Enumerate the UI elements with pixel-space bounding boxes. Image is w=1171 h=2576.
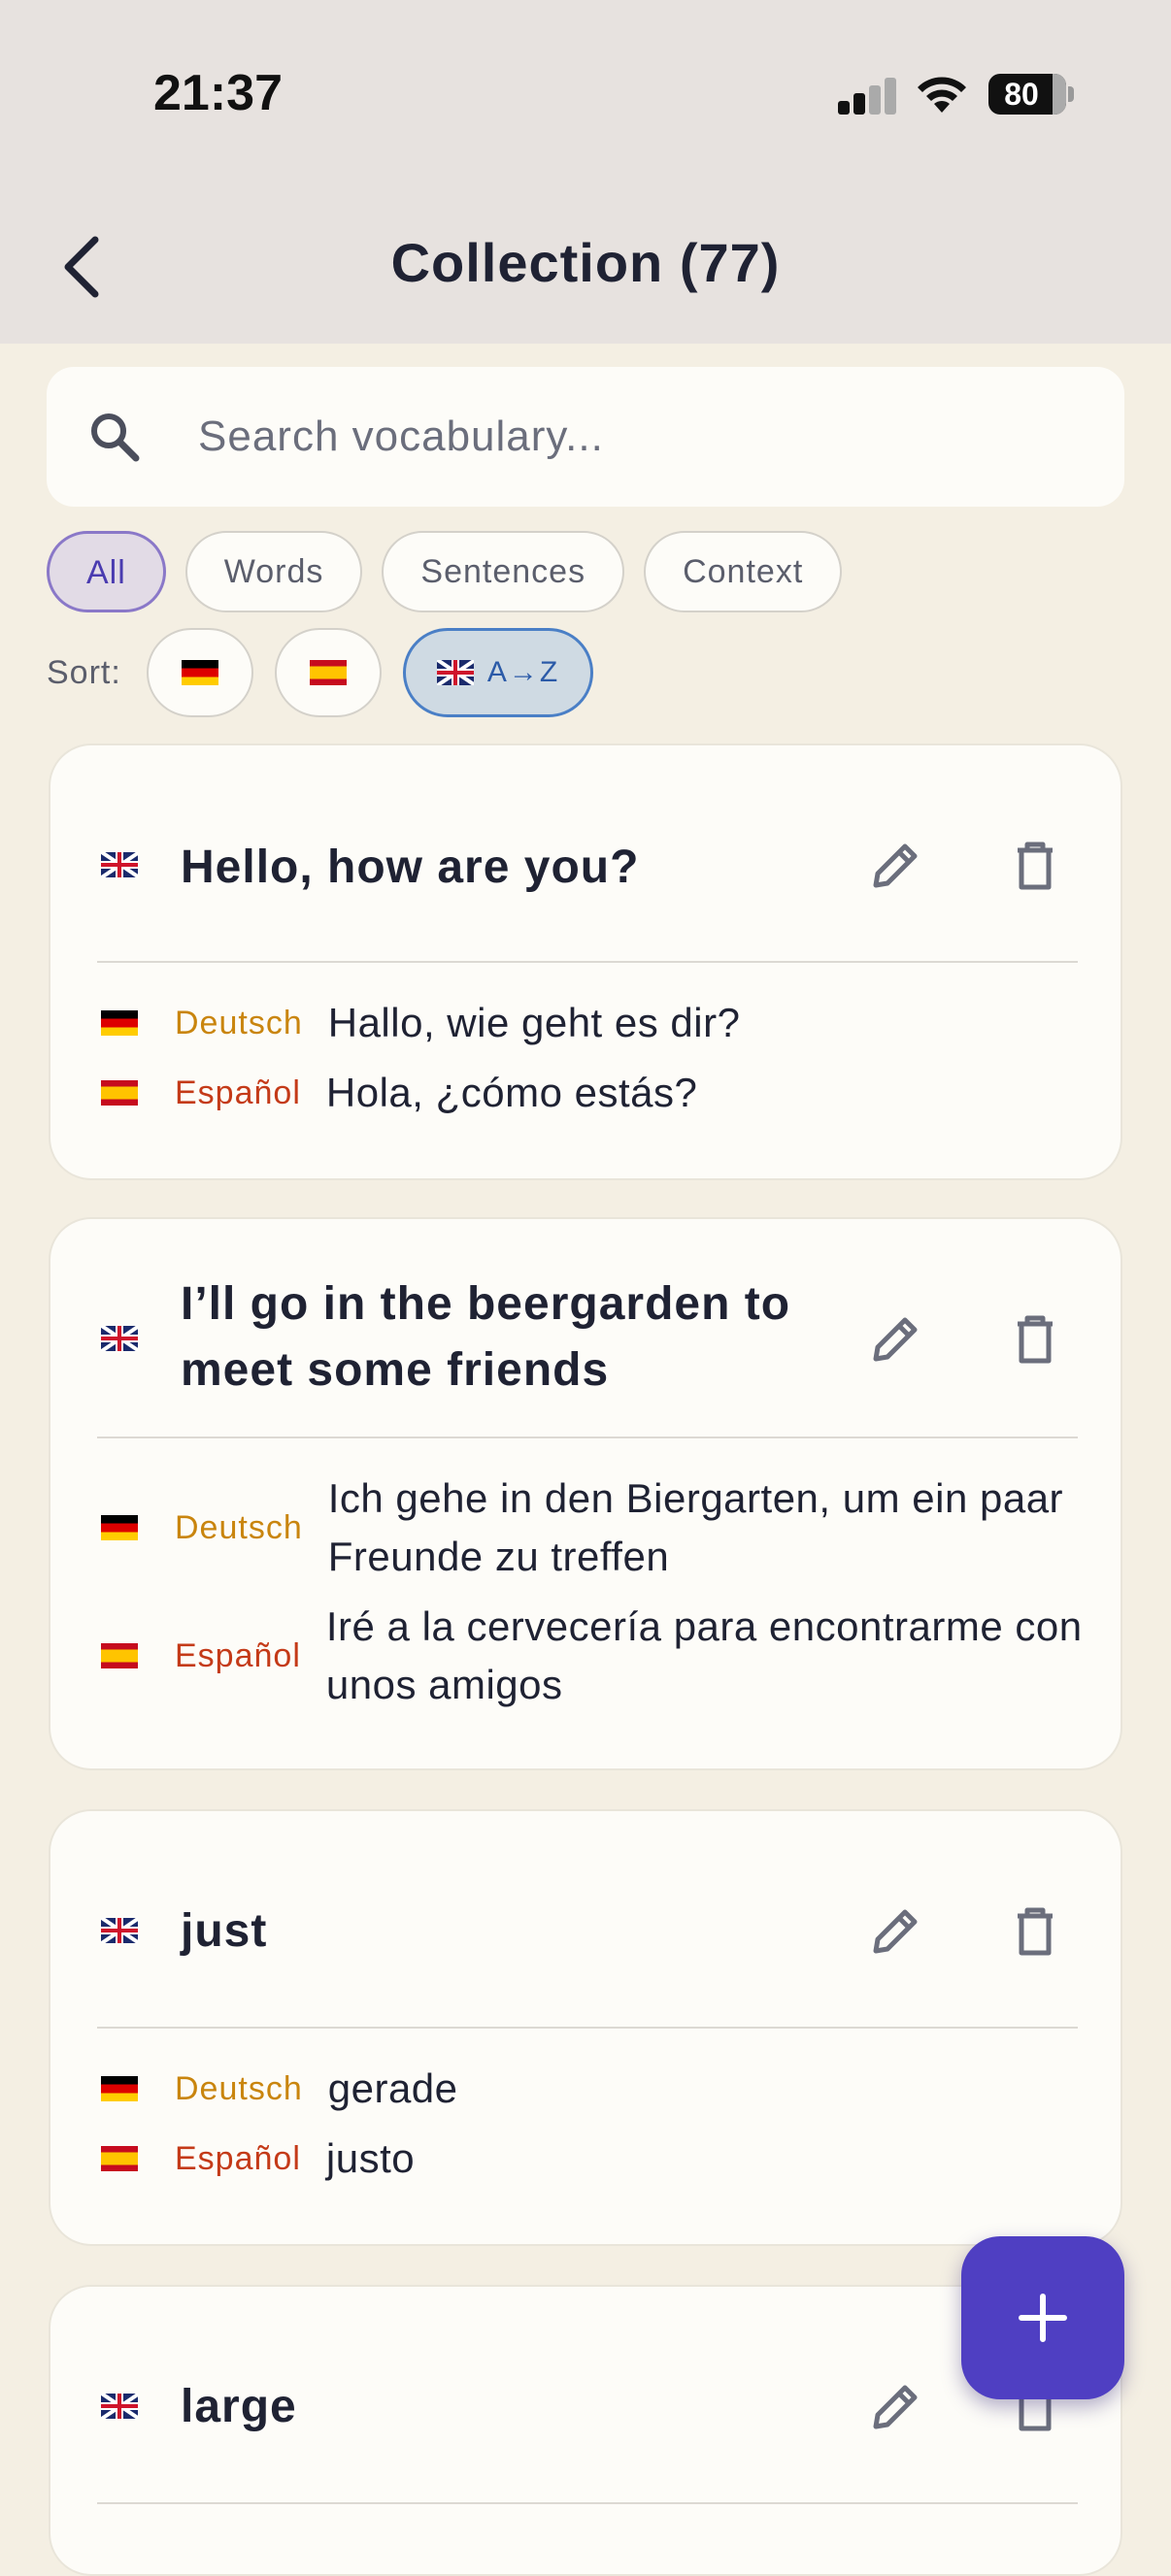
sort-chip-spanish[interactable] xyxy=(274,628,382,717)
trash-icon[interactable] xyxy=(1004,1900,1066,1963)
language-label: Deutsch xyxy=(175,2069,303,2107)
filter-chip-sentences[interactable]: Sentences xyxy=(382,531,625,612)
card-divider xyxy=(97,2502,1078,2504)
german-flag-icon xyxy=(101,1515,138,1540)
battery-level: 80 xyxy=(1004,77,1039,112)
vocab-term: Hello, how are you? xyxy=(181,842,640,893)
sort-chip-german[interactable] xyxy=(146,628,253,717)
translation-text: Hallo, wie geht es dir? xyxy=(327,1000,741,1045)
wifi-icon xyxy=(918,77,966,113)
sort-chip-text: A→Z xyxy=(486,656,560,688)
pencil-icon[interactable] xyxy=(864,1308,926,1371)
card-divider xyxy=(97,961,1078,963)
vocab-term: large xyxy=(181,2381,297,2432)
translation-text: Hola, ¿cómo estás? xyxy=(325,1070,698,1115)
vocab-card[interactable]: Hello, how are you? Deutsch Hallo, wie g… xyxy=(49,743,1122,1180)
filter-chip-words[interactable]: Words xyxy=(184,531,363,612)
filter-chips: All Words Sentences Context xyxy=(47,531,843,612)
card-divider xyxy=(97,2027,1078,2029)
cellular-signal-icon xyxy=(838,76,898,115)
filter-chip-all[interactable]: All xyxy=(47,531,166,612)
card-divider xyxy=(97,1437,1078,1438)
search-input[interactable] xyxy=(198,402,1072,472)
pencil-icon[interactable] xyxy=(864,835,926,897)
language-label: Español xyxy=(175,1636,301,1674)
filter-chip-context[interactable]: Context xyxy=(644,531,843,612)
add-entry-button[interactable] xyxy=(961,2236,1124,2399)
trash-icon[interactable] xyxy=(1004,835,1066,897)
translation-text: Iré a la cervecería para encontrarme con… xyxy=(325,1603,1083,1707)
translation-row-deutsch: Deutsch Hallo, wie geht es dir? xyxy=(101,994,740,1052)
spanish-flag-icon xyxy=(101,2146,138,2171)
sort-chip-english-az[interactable]: A→Z xyxy=(402,628,594,717)
pencil-icon[interactable] xyxy=(864,1900,926,1963)
uk-flag-icon xyxy=(101,1918,138,1943)
sort-label: Sort: xyxy=(47,653,121,691)
german-flag-icon xyxy=(101,2076,138,2101)
sort-row: Sort: A→Z xyxy=(47,628,615,717)
translation-row-espanol: Español justo xyxy=(101,2130,415,2188)
trash-icon[interactable] xyxy=(1004,1308,1066,1371)
vocab-card[interactable]: just Deutsch gerade Español justo xyxy=(49,1809,1122,2246)
german-flag-icon xyxy=(181,660,218,685)
uk-flag-icon xyxy=(101,852,138,877)
spanish-flag-icon xyxy=(101,1643,138,1668)
pencil-icon[interactable] xyxy=(864,2376,926,2438)
status-bar: 21:37 80 xyxy=(0,0,1171,184)
page-title: Collection (77) xyxy=(390,232,781,293)
vocab-term: I’ll go in the beergarden to meet some f… xyxy=(181,1278,791,1396)
uk-flag-icon xyxy=(436,660,474,685)
status-time: 21:37 xyxy=(153,65,283,121)
search-bar[interactable] xyxy=(47,367,1124,507)
battery-icon: 80 xyxy=(988,74,1074,115)
language-label: Español xyxy=(175,2139,301,2177)
spanish-flag-icon xyxy=(101,1080,138,1106)
app-header: Collection (77) xyxy=(0,184,1171,344)
plus-icon xyxy=(1019,2294,1067,2342)
translation-text: justo xyxy=(325,2135,416,2181)
translation-row-deutsch: Deutsch Ich gehe in den Biergarten, um e… xyxy=(101,1470,1066,1586)
vocab-term: just xyxy=(181,1905,268,1957)
translation-row-espanol: Español Iré a la cervecería para encontr… xyxy=(101,1598,1084,1714)
language-label: Español xyxy=(175,1073,301,1111)
translation-text: Ich gehe in den Biergarten, um ein paar … xyxy=(327,1475,1064,1579)
search-icon xyxy=(91,413,140,462)
spanish-flag-icon xyxy=(309,660,347,685)
language-label: Deutsch xyxy=(175,1004,303,1041)
german-flag-icon xyxy=(101,1010,138,1036)
uk-flag-icon xyxy=(101,1326,138,1351)
translation-row-espanol: Español Hola, ¿cómo estás? xyxy=(101,1064,697,1122)
translation-row-deutsch: Deutsch gerade xyxy=(101,2060,458,2118)
language-label: Deutsch xyxy=(175,1508,303,1546)
translation-text: gerade xyxy=(327,2065,458,2111)
vocab-card[interactable]: I’ll go in the beergarden to meet some f… xyxy=(49,1217,1122,1770)
uk-flag-icon xyxy=(101,2394,138,2419)
